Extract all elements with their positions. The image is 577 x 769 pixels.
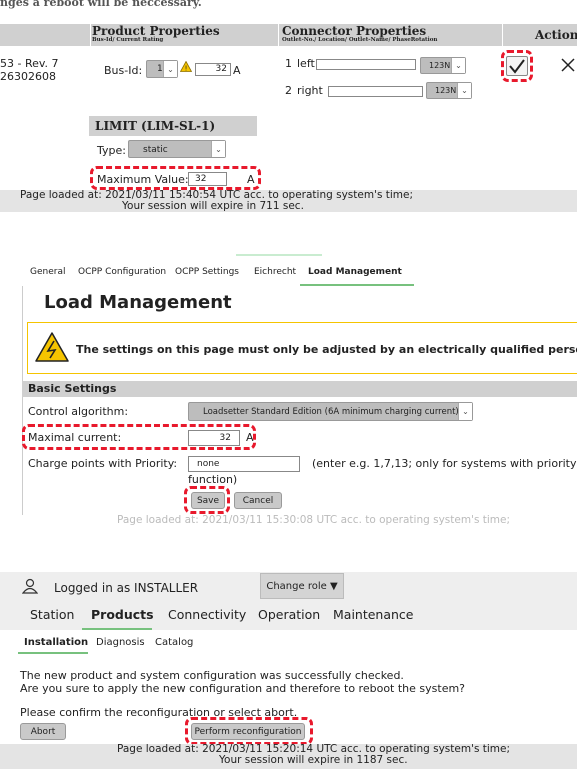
control-algorithm-select[interactable]: Loadsetter Standard Edition (6A minimum … [188,402,473,421]
current-unit: A [233,64,241,77]
priority-hint: function) [188,473,238,486]
header-divider [278,24,279,46]
tab-divider [236,254,322,256]
phase-rotation-select[interactable]: 123N ⌄ [420,57,466,74]
reboot-note: nges a reboot will be neccessary. [0,0,202,9]
priority-hint: (enter e.g. 1,7,13; only for systems wit… [312,457,577,470]
outlet-name-input[interactable] [316,59,416,70]
subtab-diagnosis[interactable]: Diagnosis [96,637,145,648]
close-icon[interactable] [561,58,575,72]
col-product-header: Product Properties Bus-Id/ Current Ratin… [92,24,220,43]
page-title: Load Management [44,292,232,313]
main-nav: Station Products Connectivity Operation … [0,602,577,630]
subtab-installation[interactable]: Installation [24,637,88,648]
header-divider [502,24,503,46]
highlight-max-value [90,166,261,190]
highlight-confirm [501,50,533,82]
tab-ocpp-configuration[interactable]: OCPP Configuration [78,267,166,277]
bus-id-label: Bus-Id: [104,64,143,77]
priority-label: Charge points with Priority: [28,457,178,470]
chevron-down-icon: ⌄ [458,403,472,420]
session-footer: Page loaded at: 2021/03/11 15:30:08 UTC … [117,514,511,526]
chevron-down-icon: ⌄ [451,58,465,73]
outlet-name-input[interactable] [328,86,423,97]
abort-button[interactable]: Abort [20,723,66,740]
confirmation-message: The new product and system configuration… [20,669,466,695]
nav-station[interactable]: Station [30,607,74,622]
active-subtab-indicator [18,652,88,654]
tab-bar: General OCPP Configuration OCPP Settings… [14,262,577,286]
cancel-button[interactable]: Cancel [234,492,282,509]
nav-products[interactable]: Products [91,607,154,622]
outlet-no: 2 [285,84,292,97]
outlet-location: right [297,84,323,97]
phase-rotation-select[interactable]: 123N ⌄ [426,82,472,99]
priority-input[interactable]: none [188,456,300,472]
type-label: Type: [97,144,126,157]
svg-text:!: ! [185,64,188,72]
tab-eichrecht[interactable]: Eichrecht [254,267,296,277]
outlet-location: left [297,57,315,70]
limit-header: LIMIT (LIM-SL-1) [89,116,257,136]
nav-maintenance[interactable]: Maintenance [333,607,414,622]
chevron-down-icon: ⌄ [211,141,225,157]
outlet-no: 1 [285,57,292,70]
subtab-catalog[interactable]: Catalog [155,637,193,648]
type-select[interactable]: static ⌄ [128,140,226,158]
col-connector-header: Connector Properties Outlet-No./ Locatio… [282,24,438,43]
highlight-maximal-current [22,424,256,450]
chevron-down-icon: ⌄ [163,61,177,77]
sub-nav: Installation Diagnosis Catalog [18,632,577,654]
col-actions-header: Actions [535,28,577,42]
content-frame [22,286,577,515]
tab-load-management[interactable]: Load Management [308,267,402,277]
control-algorithm-label: Control algorithm: [28,405,129,418]
tab-ocpp-settings[interactable]: OCPP Settings [175,267,239,277]
highlight-save [184,486,230,514]
header-divider [90,24,91,46]
nav-connectivity[interactable]: Connectivity [168,607,246,622]
session-footer: Page loaded at: 2021/03/11 15:40:54 UTC … [0,190,577,212]
warning-banner: The settings on this page must only be a… [27,322,577,374]
product-id: 53 - Rev. 7 26302608 [0,57,59,83]
logged-in-label: Logged in as INSTALLER [54,581,199,595]
chevron-down-icon: ⌄ [457,83,471,98]
user-icon [22,578,38,594]
electric-warning-icon [35,332,69,362]
section-header: Basic Settings [22,381,577,397]
change-role-button[interactable]: Change role ▼ [260,573,344,599]
tab-general[interactable]: General [30,267,65,277]
active-nav-indicator [82,628,152,630]
current-rating-input[interactable]: 32 [195,63,231,76]
bus-id-select[interactable]: 1 ⌄ [146,60,178,78]
warning-icon: ! [180,61,192,72]
highlight-perform [185,717,313,745]
nav-operation[interactable]: Operation [258,607,320,622]
session-footer: Page loaded at: 2021/03/11 15:20:14 UTC … [0,744,577,769]
